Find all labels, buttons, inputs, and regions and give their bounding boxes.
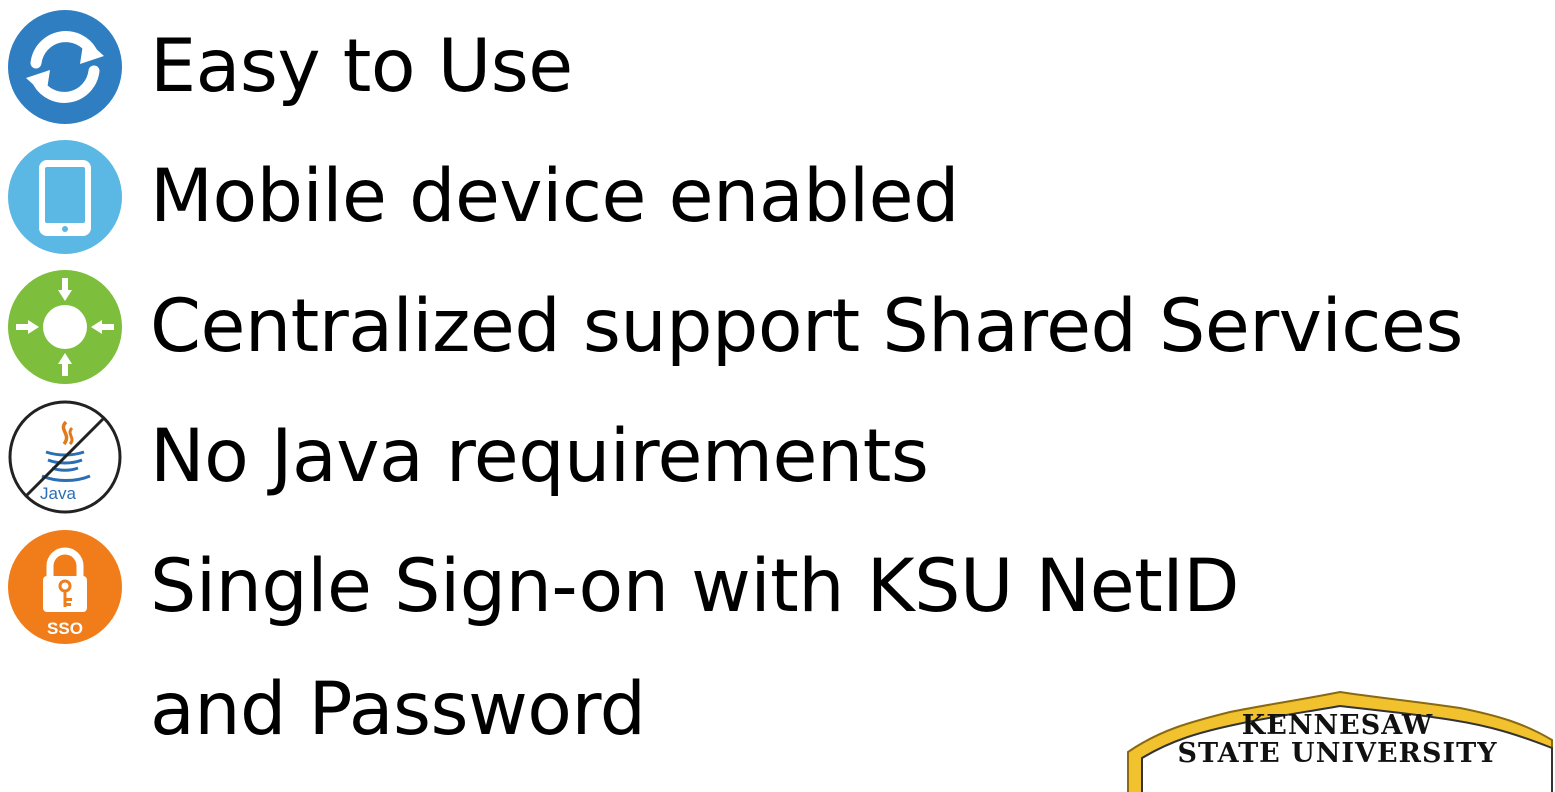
no-java-icon: Java [6,398,124,516]
ksu-logo: KENNESAW STATE UNIVERSITY [1120,682,1555,792]
sso-icon-text: SSO [47,619,83,638]
feature-label: Centralized support Shared Services [150,284,1463,369]
feature-label-continuation: and Password [150,667,646,752]
feature-label: Single Sign-on with KSU NetID [150,544,1239,629]
slide: Easy to Use Mobile device enabled Centra… [0,0,1555,792]
feature-label: Easy to Use [150,24,573,109]
feature-no-java: Java No Java requirements [0,392,1555,522]
feature-easy-to-use: Easy to Use [0,2,1555,132]
centralize-icon [6,268,124,386]
feature-centralized-support: Centralized support Shared Services [0,262,1555,392]
feature-label: No Java requirements [150,414,929,499]
java-icon-text: Java [40,484,76,503]
feature-single-sign-on: SSO Single Sign-on with KSU NetID [0,522,1555,652]
logo-line-2: STATE UNIVERSITY [1177,738,1498,769]
sync-icon [6,8,124,126]
feature-label: Mobile device enabled [150,154,959,239]
sso-lock-icon: SSO [6,528,124,646]
logo-line-1: KENNESAW [1241,710,1434,741]
tablet-icon [6,138,124,256]
feature-mobile-device: Mobile device enabled [0,132,1555,262]
